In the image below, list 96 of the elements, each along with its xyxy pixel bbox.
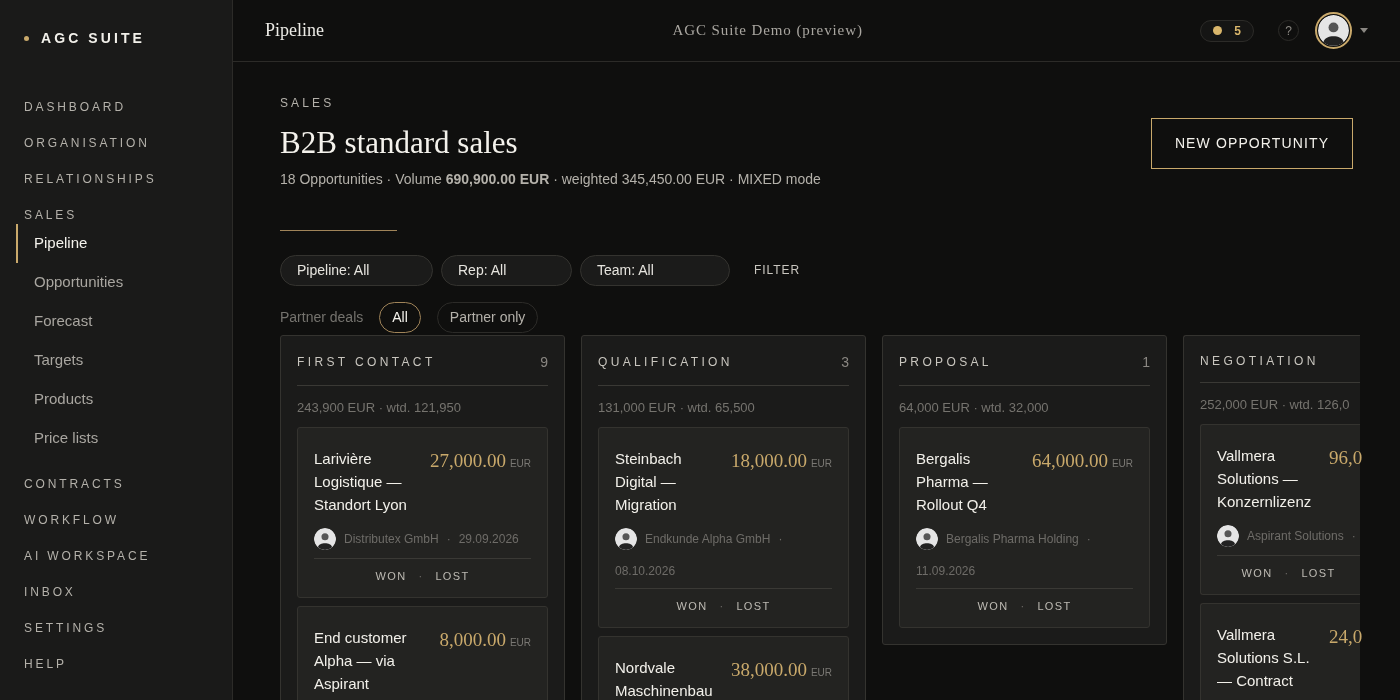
deal-title: Vallmera Solutions S.L. — Contract	[1217, 624, 1311, 691]
separator-dot: ·	[1020, 599, 1026, 614]
column-count: 3	[841, 352, 849, 372]
new-opportunity-button[interactable]: NEW OPPORTUNITY	[1151, 118, 1353, 169]
nav-item[interactable]: Pipeline	[16, 224, 232, 263]
deal-card[interactable]: Larivière Logistique — Standort Lyon 27,000.00 EUR Distributex GmbH · 29.09.2026 WON · LOST	[297, 427, 548, 598]
deal-card[interactable]: Bergalis Pharma — Rollout Q4 64,000.00 EUR Bergalis Pharma Holding · 11.09.2026 WON · LOST	[899, 427, 1150, 628]
deal-title: Steinbach Digital — Migration	[615, 449, 683, 515]
avatar-icon	[615, 528, 637, 550]
section-label: SALES	[280, 95, 336, 112]
separator-dot: ·	[1284, 566, 1290, 581]
page-title: Pipeline	[265, 19, 325, 42]
currency-label: EUR	[509, 635, 531, 650]
currency-label: EUR	[1111, 457, 1133, 471]
client-name: Bergalis Pharma Holding	[946, 531, 1079, 548]
deal-title: End customer Alpha — via Aspirant	[314, 627, 408, 694]
nav-item[interactable]: Products	[16, 380, 232, 419]
separator-dot: ·	[1351, 528, 1356, 545]
stage-action-link[interactable]: LOST	[1301, 565, 1336, 582]
client-name: Aspirant Solutions	[1247, 528, 1344, 545]
partner-deals-label: Partner deals	[280, 307, 364, 327]
deal-card[interactable]: Nordvale Maschinenbau 38,000.00 EUR	[598, 635, 849, 700]
column-summary: 252,000 EUR · wtd. 126,0	[1200, 395, 1350, 414]
separator-dot: ·	[719, 599, 725, 614]
column-summary: 64,000 EUR · wtd. 32,000	[899, 398, 1049, 417]
client-name: Endkunde Alpha GmbH	[645, 531, 771, 548]
caret-icon[interactable]	[1360, 28, 1368, 33]
deal-card[interactable]: Vallmera Solutions — Konzernlizenz 96,0 Aspirant Solutions · WON · LOST	[1200, 424, 1360, 595]
avatar-icon	[314, 528, 336, 550]
nav-item[interactable]: Price lists	[16, 419, 232, 458]
filter-select[interactable]: Rep: All	[441, 254, 572, 286]
column-summary: 131,000 EUR · wtd. 65,500	[598, 398, 755, 417]
nav-section-link[interactable]: ORGANISATION	[0, 125, 232, 161]
deal-amount: 27,000.00	[429, 449, 506, 473]
credits-badge[interactable]: 5	[1200, 19, 1254, 42]
deal-card[interactable]: Steinbach Digital — Migration 18,000.00 EUR Endkunde Alpha GmbH · 08.10.2026 WON · LOST	[598, 427, 849, 628]
deal-amount: 96,0	[1329, 446, 1363, 470]
nav-item[interactable]: Opportunities	[16, 263, 232, 302]
column-summary: 243,900 EUR · wtd. 121,950	[297, 398, 462, 417]
pipeline-summary: 18 Opportunities · Volume 690,900.00 EUR · weighted 345,450.00 EUR · MIXED mode	[280, 169, 821, 189]
deal-card[interactable]: End customer Alpha — via Aspirant 8,000.00 EUR	[297, 605, 548, 700]
deal-amount: 8,000.00	[439, 627, 506, 652]
nav-section-link[interactable]: RELATIONSHIPS	[0, 161, 232, 197]
stage-action-link[interactable]: WON	[977, 598, 1009, 615]
nav-section-link[interactable]: WORKFLOW	[0, 502, 232, 538]
nav-section-link[interactable]: CONTRACTS	[0, 466, 232, 502]
nav-item[interactable]: Forecast	[16, 302, 232, 341]
deal-amount: 24,0	[1329, 624, 1363, 649]
currency-label: EUR	[810, 457, 832, 471]
stage-action-link[interactable]: LOST	[1037, 598, 1072, 615]
column-count: 1	[1142, 352, 1150, 372]
user-avatar[interactable]	[1315, 12, 1352, 49]
brand-name: AGC SUITE	[41, 29, 145, 48]
separator-dot: ·	[446, 531, 451, 548]
separator-dot: ·	[778, 531, 783, 548]
nav-section-link[interactable]: SETTINGS	[0, 610, 232, 646]
nav-section-link[interactable]: HELP	[0, 646, 232, 682]
column-title: FIRST CONTACT	[297, 354, 436, 371]
deal-amount: 38,000.00	[730, 657, 807, 682]
workspace-name: AGC Suite Demo (preview)	[671, 21, 864, 41]
nav-section-link[interactable]: DASHBOARD	[0, 89, 232, 125]
deal-card[interactable]: Vallmera Solutions S.L. — Contract 24,0	[1200, 602, 1360, 700]
deal-amount: 18,000.00	[730, 449, 807, 473]
avatar-icon	[916, 528, 938, 550]
close-date: 29.09.2026	[458, 531, 519, 548]
pipeline-heading: B2B standard sales	[280, 124, 519, 162]
column-count: 9	[540, 352, 548, 372]
column-title: NEGOTIATION	[1200, 352, 1319, 370]
column-title: QUALIFICATION	[598, 354, 733, 371]
filter-button[interactable]: FILTER	[754, 261, 801, 279]
stage-action-link[interactable]: LOST	[736, 598, 771, 615]
nav-section-link[interactable]: AI WORKSPACE	[0, 538, 232, 574]
avatar-icon	[1318, 15, 1349, 46]
stage-action-link[interactable]: WON	[375, 568, 407, 585]
currency-label: EUR	[509, 457, 531, 471]
currency-label: EUR	[810, 665, 832, 680]
nav-section-link[interactable]: INBOX	[0, 574, 232, 610]
deal-title: Vallmera Solutions — Konzernlizenz	[1217, 446, 1313, 512]
stage-action-link[interactable]: WON	[1241, 565, 1273, 582]
deal-title: Larivière Logistique — Standort Lyon	[314, 449, 408, 515]
deal-amount: 64,000.00	[1031, 449, 1108, 473]
client-name: Distributex GmbH	[344, 531, 439, 548]
close-date: 08.10.2026	[615, 563, 676, 580]
filter-select[interactable]: Team: All	[580, 254, 730, 286]
deal-title: Nordvale Maschinenbau	[615, 657, 714, 700]
separator-dot: ·	[418, 569, 424, 584]
stage-action-link[interactable]: WON	[676, 598, 708, 615]
separator-dot: ·	[1086, 531, 1091, 548]
avatar-icon	[1217, 525, 1239, 547]
filter-select[interactable]: Pipeline: All	[280, 254, 433, 286]
deal-title: Bergalis Pharma — Rollout Q4	[916, 449, 989, 515]
credits-count: 5	[1234, 22, 1241, 40]
stage-action-link[interactable]: LOST	[435, 568, 470, 585]
close-date: 11.09.2026	[916, 563, 976, 580]
column-title: PROPOSAL	[899, 354, 992, 371]
nav-item[interactable]: Targets	[16, 341, 232, 380]
